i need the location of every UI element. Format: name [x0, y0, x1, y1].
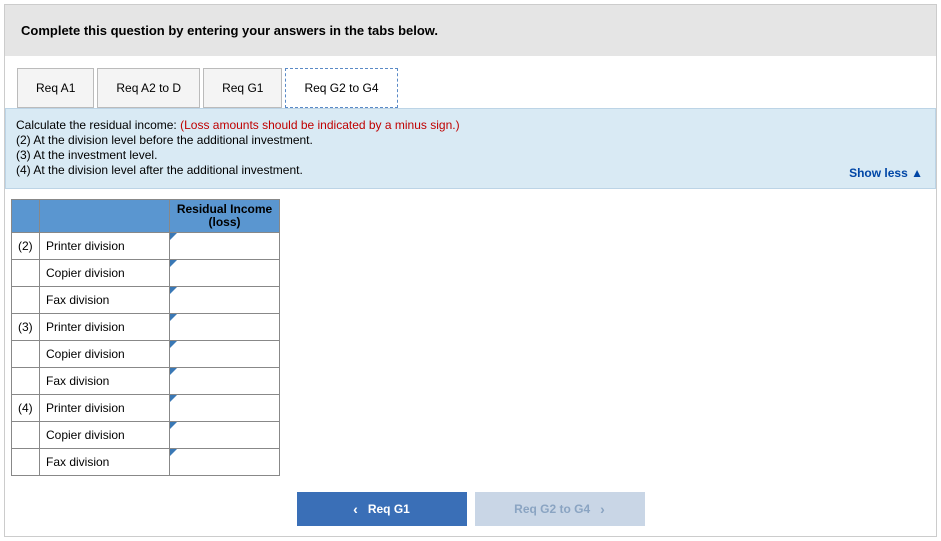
value-input[interactable] — [176, 452, 273, 472]
row-input-cell[interactable] — [170, 314, 280, 341]
row-input-cell[interactable] — [170, 368, 280, 395]
col-head-residual: Residual Income (loss) — [170, 200, 280, 233]
cell-marker-icon — [170, 341, 177, 348]
row-label: Copier division — [40, 260, 170, 287]
cell-marker-icon — [170, 368, 177, 375]
answer-table-wrap: Residual Income (loss) (2) Printer divis… — [5, 189, 936, 476]
value-input[interactable] — [176, 371, 273, 391]
prompt-line-2: (2) At the division level before the add… — [16, 133, 925, 147]
prev-button[interactable]: ‹ Req G1 — [297, 492, 467, 526]
question-container: Complete this question by entering your … — [4, 4, 937, 537]
table-row: Fax division — [12, 449, 280, 476]
prompt-panel: Calculate the residual income: (Loss amo… — [5, 108, 936, 189]
col-head-blank-1 — [12, 200, 40, 233]
row-input-cell[interactable] — [170, 233, 280, 260]
show-less-toggle[interactable]: Show less ▲ — [849, 166, 923, 180]
tabs-row: Req A1 Req A2 to D Req G1 Req G2 to G4 — [5, 56, 936, 108]
row-label: Printer division — [40, 395, 170, 422]
cell-marker-icon — [170, 449, 177, 456]
row-label: Printer division — [40, 233, 170, 260]
instruction-text: Complete this question by entering your … — [21, 23, 438, 38]
tab-label: Req A1 — [36, 81, 75, 95]
row-group-num — [12, 341, 40, 368]
table-row: (4) Printer division — [12, 395, 280, 422]
prompt-intro: Calculate the residual income: — [16, 118, 180, 132]
value-input[interactable] — [176, 398, 273, 418]
tab-label: Req G1 — [222, 81, 263, 95]
row-label: Fax division — [40, 368, 170, 395]
chevron-up-icon: ▲ — [911, 166, 923, 180]
row-group-num: (3) — [12, 314, 40, 341]
chevron-right-icon: › — [600, 501, 605, 517]
value-input[interactable] — [176, 344, 273, 364]
tab-req-g1[interactable]: Req G1 — [203, 68, 282, 108]
cell-marker-icon — [170, 287, 177, 294]
footer-nav: ‹ Req G1 Req G2 to G4 › — [5, 476, 936, 536]
next-button[interactable]: Req G2 to G4 › — [475, 492, 645, 526]
prev-label: Req G1 — [368, 502, 410, 516]
cell-marker-icon — [170, 314, 177, 321]
prompt-line-4: (4) At the division level after the addi… — [16, 163, 925, 177]
row-input-cell[interactable] — [170, 449, 280, 476]
table-row: Fax division — [12, 287, 280, 314]
row-label: Fax division — [40, 449, 170, 476]
row-group-num — [12, 260, 40, 287]
row-group-num — [12, 287, 40, 314]
table-row: Fax division — [12, 368, 280, 395]
row-group-num — [12, 449, 40, 476]
tab-req-a2-to-d[interactable]: Req A2 to D — [97, 68, 200, 108]
row-input-cell[interactable] — [170, 260, 280, 287]
answer-table-body: (2) Printer division Copier division Fax… — [12, 233, 280, 476]
tab-req-g2-to-g4[interactable]: Req G2 to G4 — [285, 68, 397, 108]
value-input[interactable] — [176, 425, 273, 445]
cell-marker-icon — [170, 233, 177, 240]
row-label: Copier division — [40, 341, 170, 368]
row-group-num: (4) — [12, 395, 40, 422]
table-row: (2) Printer division — [12, 233, 280, 260]
instruction-header: Complete this question by entering your … — [5, 5, 936, 56]
value-input[interactable] — [176, 290, 273, 310]
tab-req-a1[interactable]: Req A1 — [17, 68, 94, 108]
row-label: Copier division — [40, 422, 170, 449]
row-group-num — [12, 368, 40, 395]
row-input-cell[interactable] — [170, 395, 280, 422]
row-group-num: (2) — [12, 233, 40, 260]
value-input[interactable] — [176, 263, 273, 283]
show-less-label: Show less — [849, 166, 908, 180]
table-row: Copier division — [12, 260, 280, 287]
prompt-line-intro: Calculate the residual income: (Loss amo… — [16, 118, 925, 132]
chevron-left-icon: ‹ — [353, 501, 358, 517]
cell-marker-icon — [170, 260, 177, 267]
row-label: Printer division — [40, 314, 170, 341]
answer-table: Residual Income (loss) (2) Printer divis… — [11, 199, 280, 476]
col-head-label: Residual Income (loss) — [177, 202, 272, 229]
row-input-cell[interactable] — [170, 287, 280, 314]
cell-marker-icon — [170, 395, 177, 402]
col-head-blank-2 — [40, 200, 170, 233]
value-input[interactable] — [176, 317, 273, 337]
table-row: (3) Printer division — [12, 314, 280, 341]
row-group-num — [12, 422, 40, 449]
value-input[interactable] — [176, 236, 273, 256]
prompt-hint: (Loss amounts should be indicated by a m… — [180, 118, 460, 132]
table-row: Copier division — [12, 422, 280, 449]
row-label: Fax division — [40, 287, 170, 314]
prompt-line-3: (3) At the investment level. — [16, 148, 925, 162]
row-input-cell[interactable] — [170, 422, 280, 449]
table-row: Copier division — [12, 341, 280, 368]
row-input-cell[interactable] — [170, 341, 280, 368]
cell-marker-icon — [170, 422, 177, 429]
tab-label: Req G2 to G4 — [304, 81, 378, 95]
tab-label: Req A2 to D — [116, 81, 181, 95]
next-label: Req G2 to G4 — [514, 502, 590, 516]
